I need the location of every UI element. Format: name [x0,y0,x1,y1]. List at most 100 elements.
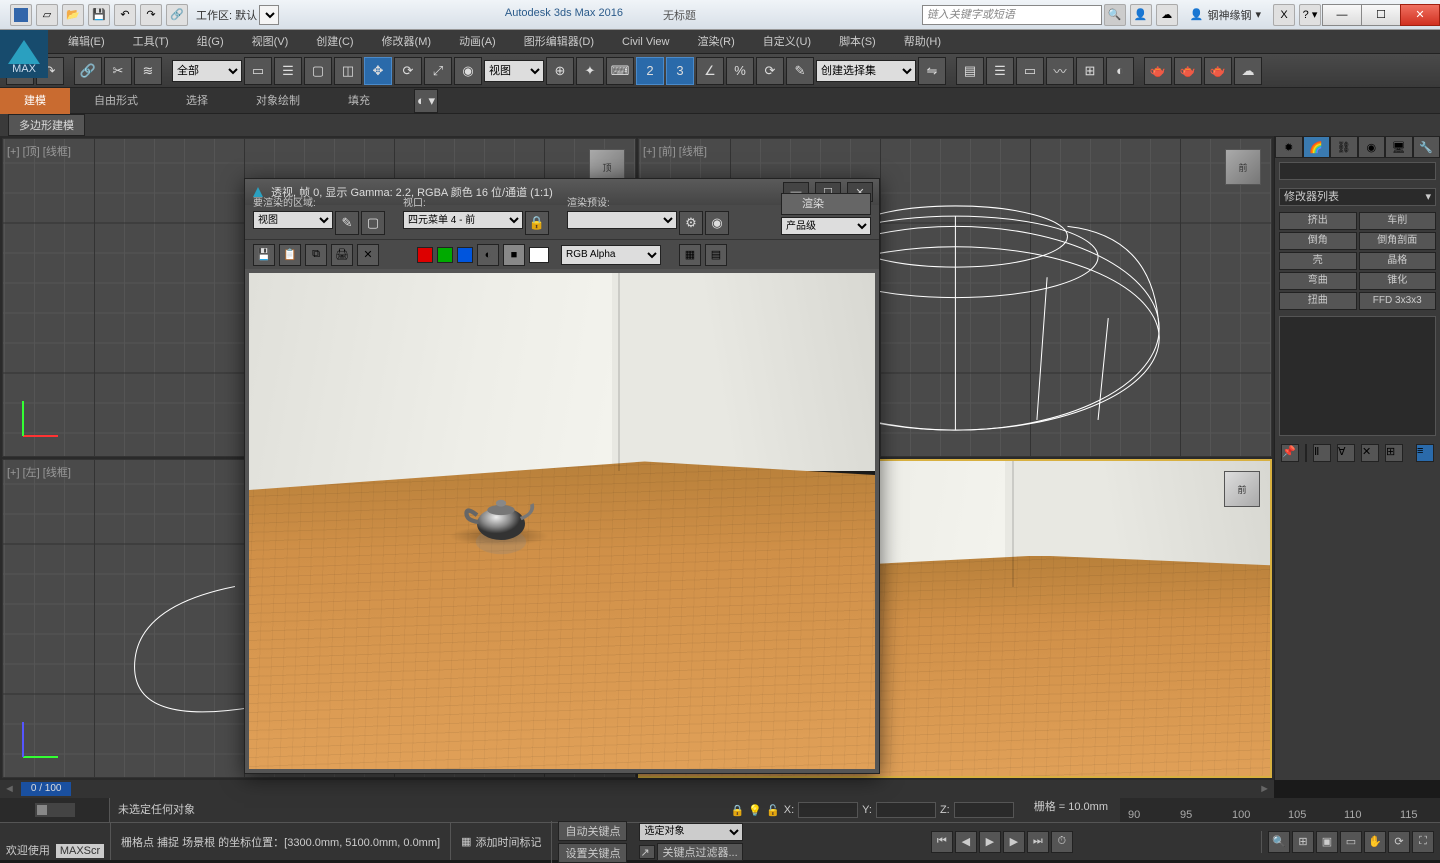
panel-modify-icon[interactable]: 🌈 [1303,136,1331,158]
mod-twist[interactable]: 扭曲 [1279,292,1357,310]
make-unique-icon[interactable]: ∀ [1337,444,1355,462]
panel-display-icon[interactable]: 🖥 [1385,136,1413,158]
area-select[interactable]: 视图 [253,211,333,229]
clone-frame-icon[interactable]: ⧉ [305,244,327,266]
preset-select[interactable] [567,211,677,229]
select-object-button[interactable]: ▭ [244,57,272,85]
snap2d-button[interactable]: 2 [636,57,664,85]
render-setup-icon[interactable]: ⚙ [679,211,703,235]
close-button[interactable]: ✕ [1400,4,1440,26]
render-online-button[interactable]: ☁ [1234,57,1262,85]
panel-motion-icon[interactable]: ◉ [1358,136,1386,158]
show-result-icon[interactable]: Ⅱ [1313,444,1331,462]
ribbon-tab-freeform[interactable]: 自由形式 [70,88,162,114]
menu-customize[interactable]: 自定义(U) [749,30,825,54]
scale-button[interactable]: ⤢ [424,57,452,85]
menu-rendering[interactable]: 渲染(R) [684,30,749,54]
rotate-button[interactable]: ⟳ [394,57,422,85]
pin-stack-icon[interactable]: 📌 [1281,444,1299,462]
menu-views[interactable]: 视图(V) [238,30,303,54]
viewport-select[interactable]: 四元菜单 4 - 前 [403,211,523,229]
user-label[interactable]: 👤 钢神缘钢 ▾ [1190,7,1261,23]
bind-button[interactable]: ≋ [134,57,162,85]
percent-snap-button[interactable]: % [726,57,754,85]
overlay-a-icon[interactable]: ▦ [679,244,701,266]
lock-viewport-icon[interactable]: 🔒 [525,211,549,235]
selection-filter[interactable]: 全部 [172,60,242,82]
environment-icon[interactable]: ◉ [705,211,729,235]
align-button[interactable]: ▤ [956,57,984,85]
ribbon-tab-modeling[interactable]: 建模 [0,88,70,114]
render-button[interactable]: 渲染 [781,193,871,215]
viewcube-front[interactable]: 前 [1225,149,1261,185]
maximize-viewport-icon[interactable]: ⛶ [1412,831,1434,853]
coord-y-input[interactable] [876,802,936,818]
exchange-icon[interactable]: X [1273,4,1295,26]
snap3d-button[interactable]: 3 [666,57,694,85]
save-icon[interactable]: 💾 [88,4,110,26]
application-button[interactable]: MAX [0,30,48,78]
object-name-input[interactable] [1279,162,1436,180]
modifier-list-dropdown[interactable]: 修改器列表▾ [1279,188,1436,206]
enable-green-icon[interactable] [437,247,453,263]
search-go-icon[interactable]: 🔍 [1104,4,1126,26]
coord-z-input[interactable] [954,802,1014,818]
enable-red-icon[interactable] [417,247,433,263]
bg-color-swatch[interactable] [529,247,549,263]
signin-icon[interactable]: 👤 [1130,4,1152,26]
edit-named-sel-button[interactable]: ✎ [786,57,814,85]
menu-maxscript[interactable]: 脚本(S) [825,30,890,54]
menu-animation[interactable]: 动画(A) [445,30,510,54]
menu-create[interactable]: 创建(C) [302,30,367,54]
panel-create-icon[interactable]: ✹ [1275,136,1303,158]
add-time-tag[interactable]: 添加时间标记 [475,834,541,850]
modifier-stack[interactable] [1279,316,1436,436]
viewcube-persp[interactable]: 前 [1224,471,1260,507]
toggle-ribbon-button[interactable]: ▭ [1016,57,1044,85]
ribbon-tab-populate[interactable]: 填充 [324,88,394,114]
select-name-button[interactable]: ☰ [274,57,302,85]
menu-modifiers[interactable]: 修改器(M) [368,30,446,54]
edit-region-icon[interactable]: ✎ [335,211,359,235]
render-canvas[interactable] [249,273,875,769]
alpha-icon[interactable]: ◐ [477,244,499,266]
remove-mod-icon[interactable]: ✕ [1361,444,1379,462]
link-icon[interactable]: 🔗 [166,4,188,26]
frame-indicator[interactable]: 0 / 100 [21,782,72,796]
coord-x-input[interactable] [798,802,858,818]
open-icon[interactable]: 📂 [62,4,84,26]
pivot-button[interactable]: ⊕ [546,57,574,85]
zoom-region-icon[interactable]: ▭ [1340,831,1362,853]
goto-start-icon[interactable]: ⏮ [931,831,953,853]
mod-lathe[interactable]: 车削 [1359,212,1437,230]
time-tag-icon[interactable]: ▦ [461,835,471,848]
layers-button[interactable]: ☰ [986,57,1014,85]
schematic-button[interactable]: ⊞ [1076,57,1104,85]
mod-taper[interactable]: 锥化 [1359,272,1437,290]
configure-icon[interactable]: ⊞ [1385,444,1403,462]
key-filters-button[interactable]: 关键点过滤器... [657,843,742,861]
minimize-button[interactable]: — [1322,4,1362,26]
trackbar-toggle[interactable] [0,798,110,822]
manip-button[interactable]: ✦ [576,57,604,85]
time-config-icon[interactable]: ⏱ [1051,831,1073,853]
redo-icon[interactable]: ↷ [140,4,162,26]
key-mode-icon[interactable]: ↗ [639,845,655,859]
material-editor-button[interactable]: ◐ [1106,57,1134,85]
mono-icon[interactable]: ■ [503,244,525,266]
sets-icon[interactable]: ≡ [1416,444,1434,462]
mod-lattice[interactable]: 晶格 [1359,252,1437,270]
render-production-button[interactable]: 🫖 [1204,57,1232,85]
auto-key-button[interactable]: 自动关键点 [558,821,627,841]
app-menu-icon[interactable] [10,4,32,26]
mod-bevel[interactable]: 倒角 [1279,232,1357,250]
ribbon-tab-object[interactable]: 对象绘制 [232,88,324,114]
ribbon-toggle-icon[interactable]: ◐ ▾ [414,89,438,113]
ribbon-tab-selection[interactable]: 选择 [162,88,232,114]
mirror-button[interactable]: ⇋ [918,57,946,85]
play-icon[interactable]: ▶ [979,831,1001,853]
panel-hierarchy-icon[interactable]: ⛓ [1330,136,1358,158]
angle-snap-button[interactable]: ∠ [696,57,724,85]
maximize-button[interactable]: ☐ [1361,4,1401,26]
sel-lock-icon[interactable]: 🔓 [766,804,780,817]
